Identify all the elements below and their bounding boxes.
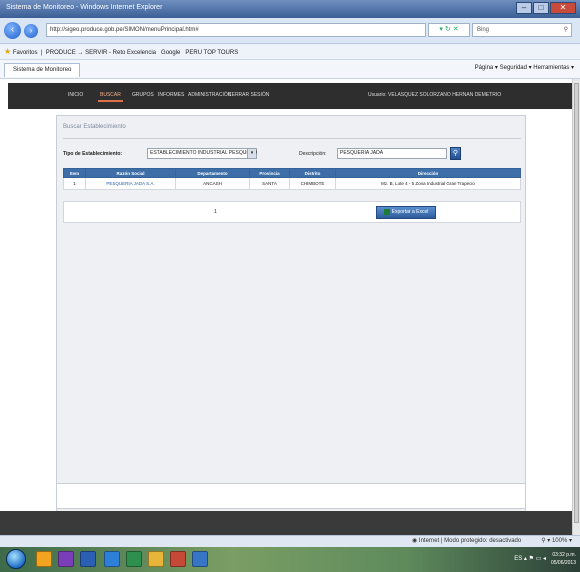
chevron-down-icon[interactable]: ▾ <box>247 149 256 158</box>
descripcion-input[interactable]: PESQUERIA JADA <box>337 148 447 159</box>
taskbar-app-icon[interactable] <box>170 551 186 567</box>
window-controls: – □ ✕ <box>516 2 576 14</box>
favorite-link-servir[interactable]: PRODUCE → SERVIR - Reto Excelencia <box>46 50 156 56</box>
taskbar-app-icon[interactable] <box>126 551 142 567</box>
cell-departamento: ANCASH <box>175 177 250 190</box>
clock-date: 05/06/2013 <box>550 560 576 566</box>
col-razon-social: Razón Social <box>85 168 176 178</box>
col-provincia: Provincia <box>249 168 290 178</box>
taskbar-app-icon[interactable] <box>58 551 74 567</box>
bottom-panel <box>56 483 526 509</box>
zoom-icon: ⚲ ▾ <box>541 538 551 544</box>
cell-razon-social[interactable]: PESQUERIA JADA S.A. <box>85 177 176 190</box>
address-row: ‹ › http://sigeo.produce.gob.pe/SIMON/me… <box>0 18 580 44</box>
user-label: Usuario: VELASQUEZ SOLORZANO HERNAN DEME… <box>368 92 502 98</box>
cell-distrito: CHIMBOTE <box>289 177 336 190</box>
page-scrollbar[interactable] <box>572 79 580 535</box>
tab-sistema[interactable]: Sistema de Monitoreo <box>4 63 81 77</box>
tipo-label: Tipo de Establecimiento: <box>63 151 123 157</box>
divider <box>63 138 521 139</box>
search-panel: Buscar Establecimiento Tipo de Estableci… <box>56 115 526 515</box>
window-title: Sistema de Monitoreo - Windows Internet … <box>6 4 163 11</box>
clock-time: 03:32 p.m. <box>552 552 576 558</box>
site-navbar: INICIO BUSCAR GRUPOS INFORMES ADMINISTRA… <box>8 83 572 109</box>
maximize-button[interactable]: □ <box>533 2 549 14</box>
table-row[interactable]: 1 PESQUERIA JADA S.A. ANCASH SANTA CHIMB… <box>63 177 521 190</box>
zoom-control[interactable]: ⚲ ▾ 100% ▾ <box>541 536 572 547</box>
search-icon[interactable]: ⚲ <box>564 24 568 36</box>
clock[interactable]: 03:32 p.m. 05/06/2013 <box>551 551 576 567</box>
nav-grupos[interactable]: GRUPOS <box>132 92 154 98</box>
search-placeholder: Bing <box>477 27 490 33</box>
taskbar-app-icon[interactable] <box>80 551 96 567</box>
table-header-row: Item Razón Social Departamento Provincia… <box>63 168 521 178</box>
taskbar-app-icon[interactable] <box>36 551 52 567</box>
ie-taskbar-icon[interactable] <box>104 551 120 567</box>
favorite-link-perutop[interactable]: PERU TOP TOURS <box>185 50 238 56</box>
taskbar: ES ▴ ⚑ ▭ ◂ 03:32 p.m. 05/06/2013 <box>0 547 580 572</box>
window-titlebar: Sistema de Monitoreo - Windows Internet … <box>0 0 580 18</box>
tab-row: Sistema de Monitoreo Página ▾ Seguridad … <box>0 60 580 79</box>
close-button[interactable]: ✕ <box>550 2 576 14</box>
star-icon: ★ <box>4 47 12 56</box>
zoom-level: 100% <box>551 538 568 544</box>
col-direccion: Dirección <box>335 168 521 178</box>
status-bar: ◉ Internet | Modo protegido: desactivado… <box>0 535 580 547</box>
command-bar[interactable]: Página ▾ Seguridad ▾ Herramientas ▾ <box>475 64 574 71</box>
nav-cerrar-sesion[interactable]: CERRAR SESIÓN <box>228 92 269 98</box>
tipo-select[interactable]: ESTABLECIMIENTO INDUSTRIAL PESQUERO ▾ <box>147 148 257 159</box>
forward-button[interactable]: › <box>24 24 38 38</box>
search-button[interactable]: ⚲ <box>450 147 461 160</box>
nav-inicio[interactable]: INICIO <box>68 92 83 98</box>
tipo-value: ESTABLECIMIENTO INDUSTRIAL PESQUERO <box>150 150 258 156</box>
nav-administracion[interactable]: ADMINISTRACIÓN <box>188 92 231 98</box>
export-excel-button[interactable]: Exportar a Excel <box>376 206 436 219</box>
excel-icon <box>383 208 390 215</box>
col-departamento: Departamento <box>175 168 250 178</box>
security-zone: ◉ Internet | Modo protegido: desactivado <box>412 536 521 547</box>
col-distrito: Distrito <box>289 168 336 178</box>
site-footer <box>0 511 572 535</box>
search-input[interactable]: Bing ⚲ <box>472 23 572 37</box>
refresh-stop-buttons[interactable]: ▾ ↻ ✕ <box>428 23 470 37</box>
cell-item: 1 <box>63 177 86 190</box>
address-input[interactable]: http://sigeo.produce.gob.pe/SIMON/menuPr… <box>46 23 426 37</box>
web-page: INICIO BUSCAR GRUPOS INFORMES ADMINISTRA… <box>0 79 572 535</box>
security-zone-text: Internet | Modo protegido: desactivado <box>418 538 522 544</box>
cell-direccion: Mz. B, Lote 4 - 5 Zona Industrial Gran T… <box>335 177 521 190</box>
favorite-link-google[interactable]: Google <box>161 50 180 56</box>
start-button[interactable] <box>6 549 26 569</box>
col-item: Item <box>63 168 86 178</box>
favorites-label[interactable]: Favoritos <box>13 50 38 56</box>
section-title: Buscar Establecimiento <box>63 124 126 130</box>
system-tray[interactable]: ES ▴ ⚑ ▭ ◂ <box>514 555 546 562</box>
nav-buscar[interactable]: BUSCAR <box>98 92 123 102</box>
nav-informes[interactable]: INFORMES <box>158 92 184 98</box>
favorites-bar: ★ Favoritos | PRODUCE → SERVIR - Reto Ex… <box>0 44 580 60</box>
minimize-button[interactable]: – <box>516 2 532 14</box>
magnifier-icon: ⚲ <box>452 150 459 157</box>
descripcion-label: Descripción: <box>299 151 327 157</box>
scrollbar-thumb[interactable] <box>574 83 579 523</box>
export-label: Exportar a Excel <box>391 209 429 215</box>
taskbar-app-icon[interactable] <box>192 551 208 567</box>
page-number[interactable]: 1 <box>214 209 217 215</box>
folder-taskbar-icon[interactable] <box>148 551 164 567</box>
back-button[interactable]: ‹ <box>4 22 21 39</box>
results-table: Item Razón Social Departamento Provincia… <box>63 168 521 190</box>
globe-icon: ◉ <box>412 538 418 544</box>
cell-provincia: SANTA <box>249 177 290 190</box>
pagination-row: 1 Exportar a Excel <box>63 201 521 223</box>
